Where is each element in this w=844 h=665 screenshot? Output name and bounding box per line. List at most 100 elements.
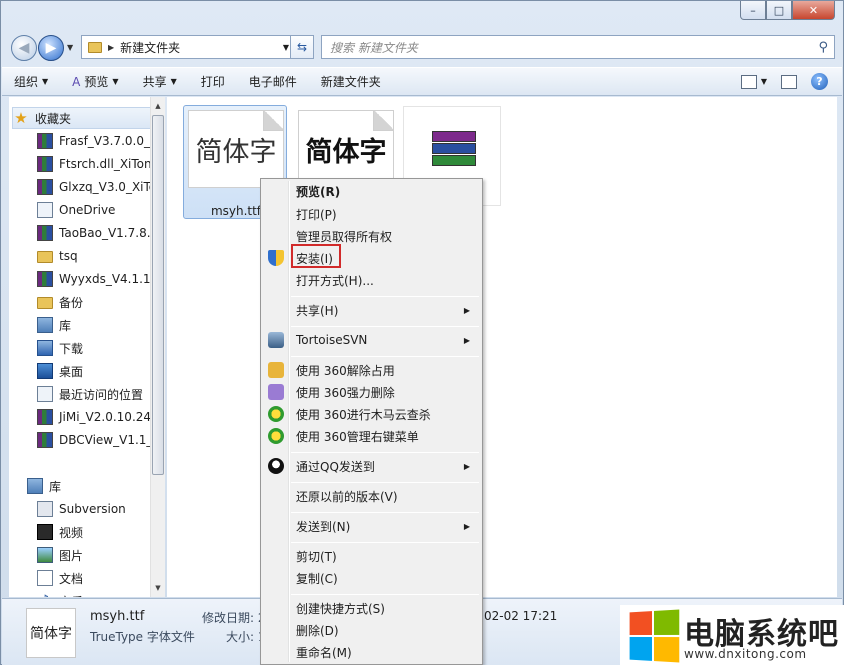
menu-label: 删除(D) bbox=[296, 623, 339, 638]
menu-label: 打印(P) bbox=[296, 207, 337, 222]
menu-item-copy[interactable]: 复制(C) bbox=[263, 567, 480, 589]
menu-item-delete[interactable]: 删除(D) bbox=[263, 619, 480, 641]
nav-item[interactable]: tsq bbox=[37, 245, 78, 267]
nav-item[interactable]: 视频 bbox=[37, 521, 83, 543]
nav-favorites[interactable]: ★ 收藏夹 bbox=[12, 107, 152, 129]
font-file-thumbnail: 简体字 bbox=[298, 110, 394, 188]
scroll-up-icon[interactable]: ▲ bbox=[151, 99, 165, 113]
email-button[interactable]: 电子邮件 bbox=[237, 68, 309, 95]
nav-item[interactable]: 文档 bbox=[37, 567, 83, 589]
nav-item[interactable]: 桌面 bbox=[37, 360, 83, 382]
windows-logo-icon bbox=[629, 609, 680, 663]
breadcrumb-chevron-icon[interactable]: ▶ bbox=[108, 43, 114, 52]
menu-item-send-via-qq[interactable]: 通过QQ发送到 ▶ bbox=[263, 455, 480, 477]
menu-item-restore-versions[interactable]: 还原以前的版本(V) bbox=[263, 485, 480, 507]
360-safeguard-icon bbox=[268, 406, 284, 422]
menu-item-create-shortcut[interactable]: 创建快捷方式(S) bbox=[263, 597, 480, 619]
nav-label: tsq bbox=[59, 249, 78, 263]
address-bar[interactable]: ▶ 新建文件夹 ▼ bbox=[81, 35, 295, 59]
menu-item-360-trojan-scan[interactable]: 使用 360进行木马云查杀 bbox=[263, 403, 480, 425]
star-icon: ★ bbox=[14, 109, 28, 127]
scroll-down-icon[interactable]: ▼ bbox=[151, 581, 165, 595]
site-watermark: 电脑系统吧 www.dnxitong.com bbox=[620, 605, 844, 665]
forward-button[interactable]: ▶ bbox=[38, 35, 64, 61]
nav-label: 最近访问的位置 bbox=[59, 387, 144, 402]
view-dropdown-icon[interactable]: ▼ bbox=[761, 77, 767, 86]
menu-item-print[interactable]: 打印(P) bbox=[263, 203, 480, 225]
close-button[interactable]: ✕ bbox=[792, 1, 835, 20]
winrar-archive-icon bbox=[432, 131, 476, 167]
nav-item[interactable]: 下载 bbox=[37, 337, 83, 359]
nav-item[interactable]: TaoBao_V1.7.8. bbox=[37, 222, 151, 244]
nav-scrollbar[interactable]: ▲ ▼ bbox=[150, 97, 165, 597]
menu-label: 复制(C) bbox=[296, 571, 338, 586]
nav-item[interactable]: Wyyxds_V4.1.1. bbox=[37, 268, 154, 290]
nav-libraries[interactable]: 库 bbox=[27, 475, 61, 497]
menu-item-cut[interactable]: 剪切(T) bbox=[263, 545, 480, 567]
nav-item[interactable]: Glxzq_V3.0_XiTo bbox=[37, 176, 156, 198]
recent-pages-dropdown-icon[interactable]: ▼ bbox=[67, 43, 73, 52]
menu-item-preview[interactable]: 预览(R) bbox=[263, 180, 480, 202]
organize-button[interactable]: 组织 ▼ bbox=[2, 68, 60, 95]
submenu-arrow-icon: ▶ bbox=[463, 335, 470, 345]
nav-item[interactable]: JiMi_V2.0.10.24_ bbox=[37, 406, 157, 428]
maximize-button[interactable]: □ bbox=[766, 1, 792, 20]
print-button[interactable]: 打印 bbox=[189, 68, 237, 95]
nav-item[interactable]: Frasf_V3.7.0.0_X bbox=[37, 130, 158, 152]
menu-item-360-unlock[interactable]: 使用 360解除占用 bbox=[263, 359, 480, 381]
nav-label: 桌面 bbox=[59, 364, 84, 379]
help-icon[interactable]: ? bbox=[811, 73, 828, 90]
change-view-icon[interactable] bbox=[740, 74, 757, 89]
rar-archive-icon bbox=[37, 179, 53, 195]
folder-icon bbox=[37, 297, 53, 309]
nav-item[interactable]: ♪ 音乐 bbox=[37, 590, 83, 597]
nav-item[interactable]: DBCView_V1.1_ bbox=[37, 429, 152, 451]
rar-archive-icon bbox=[37, 432, 53, 448]
menu-item-rename[interactable]: 重命名(M) bbox=[263, 641, 480, 663]
menu-label: 管理员取得所有权 bbox=[296, 229, 393, 244]
menu-label: 剪切(T) bbox=[296, 549, 337, 564]
nav-item[interactable]: 图片 bbox=[37, 544, 83, 566]
address-dropdown-icon[interactable]: ▼ bbox=[283, 43, 289, 52]
command-bar: 组织 ▼ A 预览 ▼ 共享 ▼ 打印 电子邮件 新建文件夹 ▼ ? bbox=[2, 67, 842, 96]
preview-pane-icon[interactable] bbox=[781, 74, 797, 89]
refresh-icon: ⇆ bbox=[296, 40, 308, 54]
onedrive-icon bbox=[37, 202, 53, 218]
music-icon: ♪ bbox=[37, 593, 53, 597]
menu-item-send-to[interactable]: 发送到(N) ▶ bbox=[263, 515, 480, 537]
nav-item[interactable]: OneDrive bbox=[37, 199, 115, 221]
preview-button[interactable]: A 预览 ▼ bbox=[60, 68, 130, 95]
chevron-down-icon: ▼ bbox=[170, 77, 177, 86]
menu-item-share[interactable]: 共享(H) ▶ bbox=[263, 299, 480, 321]
desktop-icon bbox=[37, 363, 53, 379]
back-arrow-icon: ◀ bbox=[18, 40, 30, 56]
new-folder-button[interactable]: 新建文件夹 bbox=[309, 68, 393, 95]
search-input[interactable]: 搜索 新建文件夹 ⚲ bbox=[321, 35, 835, 59]
menu-item-tortoisesvn[interactable]: TortoiseSVN ▶ bbox=[263, 329, 480, 351]
nav-item[interactable]: 库 bbox=[37, 314, 71, 336]
menu-item-360-manage-menu[interactable]: 使用 360管理右键菜单 bbox=[263, 425, 480, 447]
minimize-button[interactable]: – bbox=[740, 1, 766, 20]
chevron-down-icon: ▼ bbox=[42, 77, 49, 86]
back-button[interactable]: ◀ bbox=[11, 35, 37, 61]
navigation-pane: ★ 收藏夹 Frasf_V3.7.0.0_X Ftsrch.dll_XiTon G… bbox=[9, 97, 165, 597]
nav-label: JiMi_V2.0.10.24_ bbox=[59, 410, 158, 424]
nav-label: Frasf_V3.7.0.0_X bbox=[59, 134, 159, 148]
menu-separator bbox=[291, 512, 479, 513]
share-button[interactable]: 共享 ▼ bbox=[131, 68, 189, 95]
menu-separator bbox=[291, 594, 479, 595]
menu-item-360-force-delete[interactable]: 使用 360强力删除 bbox=[263, 381, 480, 403]
refresh-button[interactable]: ⇆ bbox=[290, 35, 314, 59]
chevron-down-icon: ▼ bbox=[112, 77, 119, 86]
preview-label: 预览 bbox=[84, 75, 109, 89]
search-icon[interactable]: ⚲ bbox=[818, 40, 828, 55]
menu-label: 共享(H) bbox=[296, 303, 339, 318]
nav-item[interactable]: 备份 bbox=[37, 291, 83, 313]
breadcrumb-current[interactable]: 新建文件夹 bbox=[120, 39, 180, 56]
menu-item-open-with[interactable]: 打开方式(H)... bbox=[263, 269, 480, 291]
nav-item[interactable]: Ftsrch.dll_XiTon bbox=[37, 153, 152, 175]
nav-item[interactable]: 最近访问的位置 bbox=[37, 383, 143, 405]
nav-label: 收藏夹 bbox=[35, 111, 72, 126]
nav-item[interactable]: Subversion bbox=[37, 498, 126, 520]
scroll-thumb[interactable] bbox=[152, 115, 164, 475]
